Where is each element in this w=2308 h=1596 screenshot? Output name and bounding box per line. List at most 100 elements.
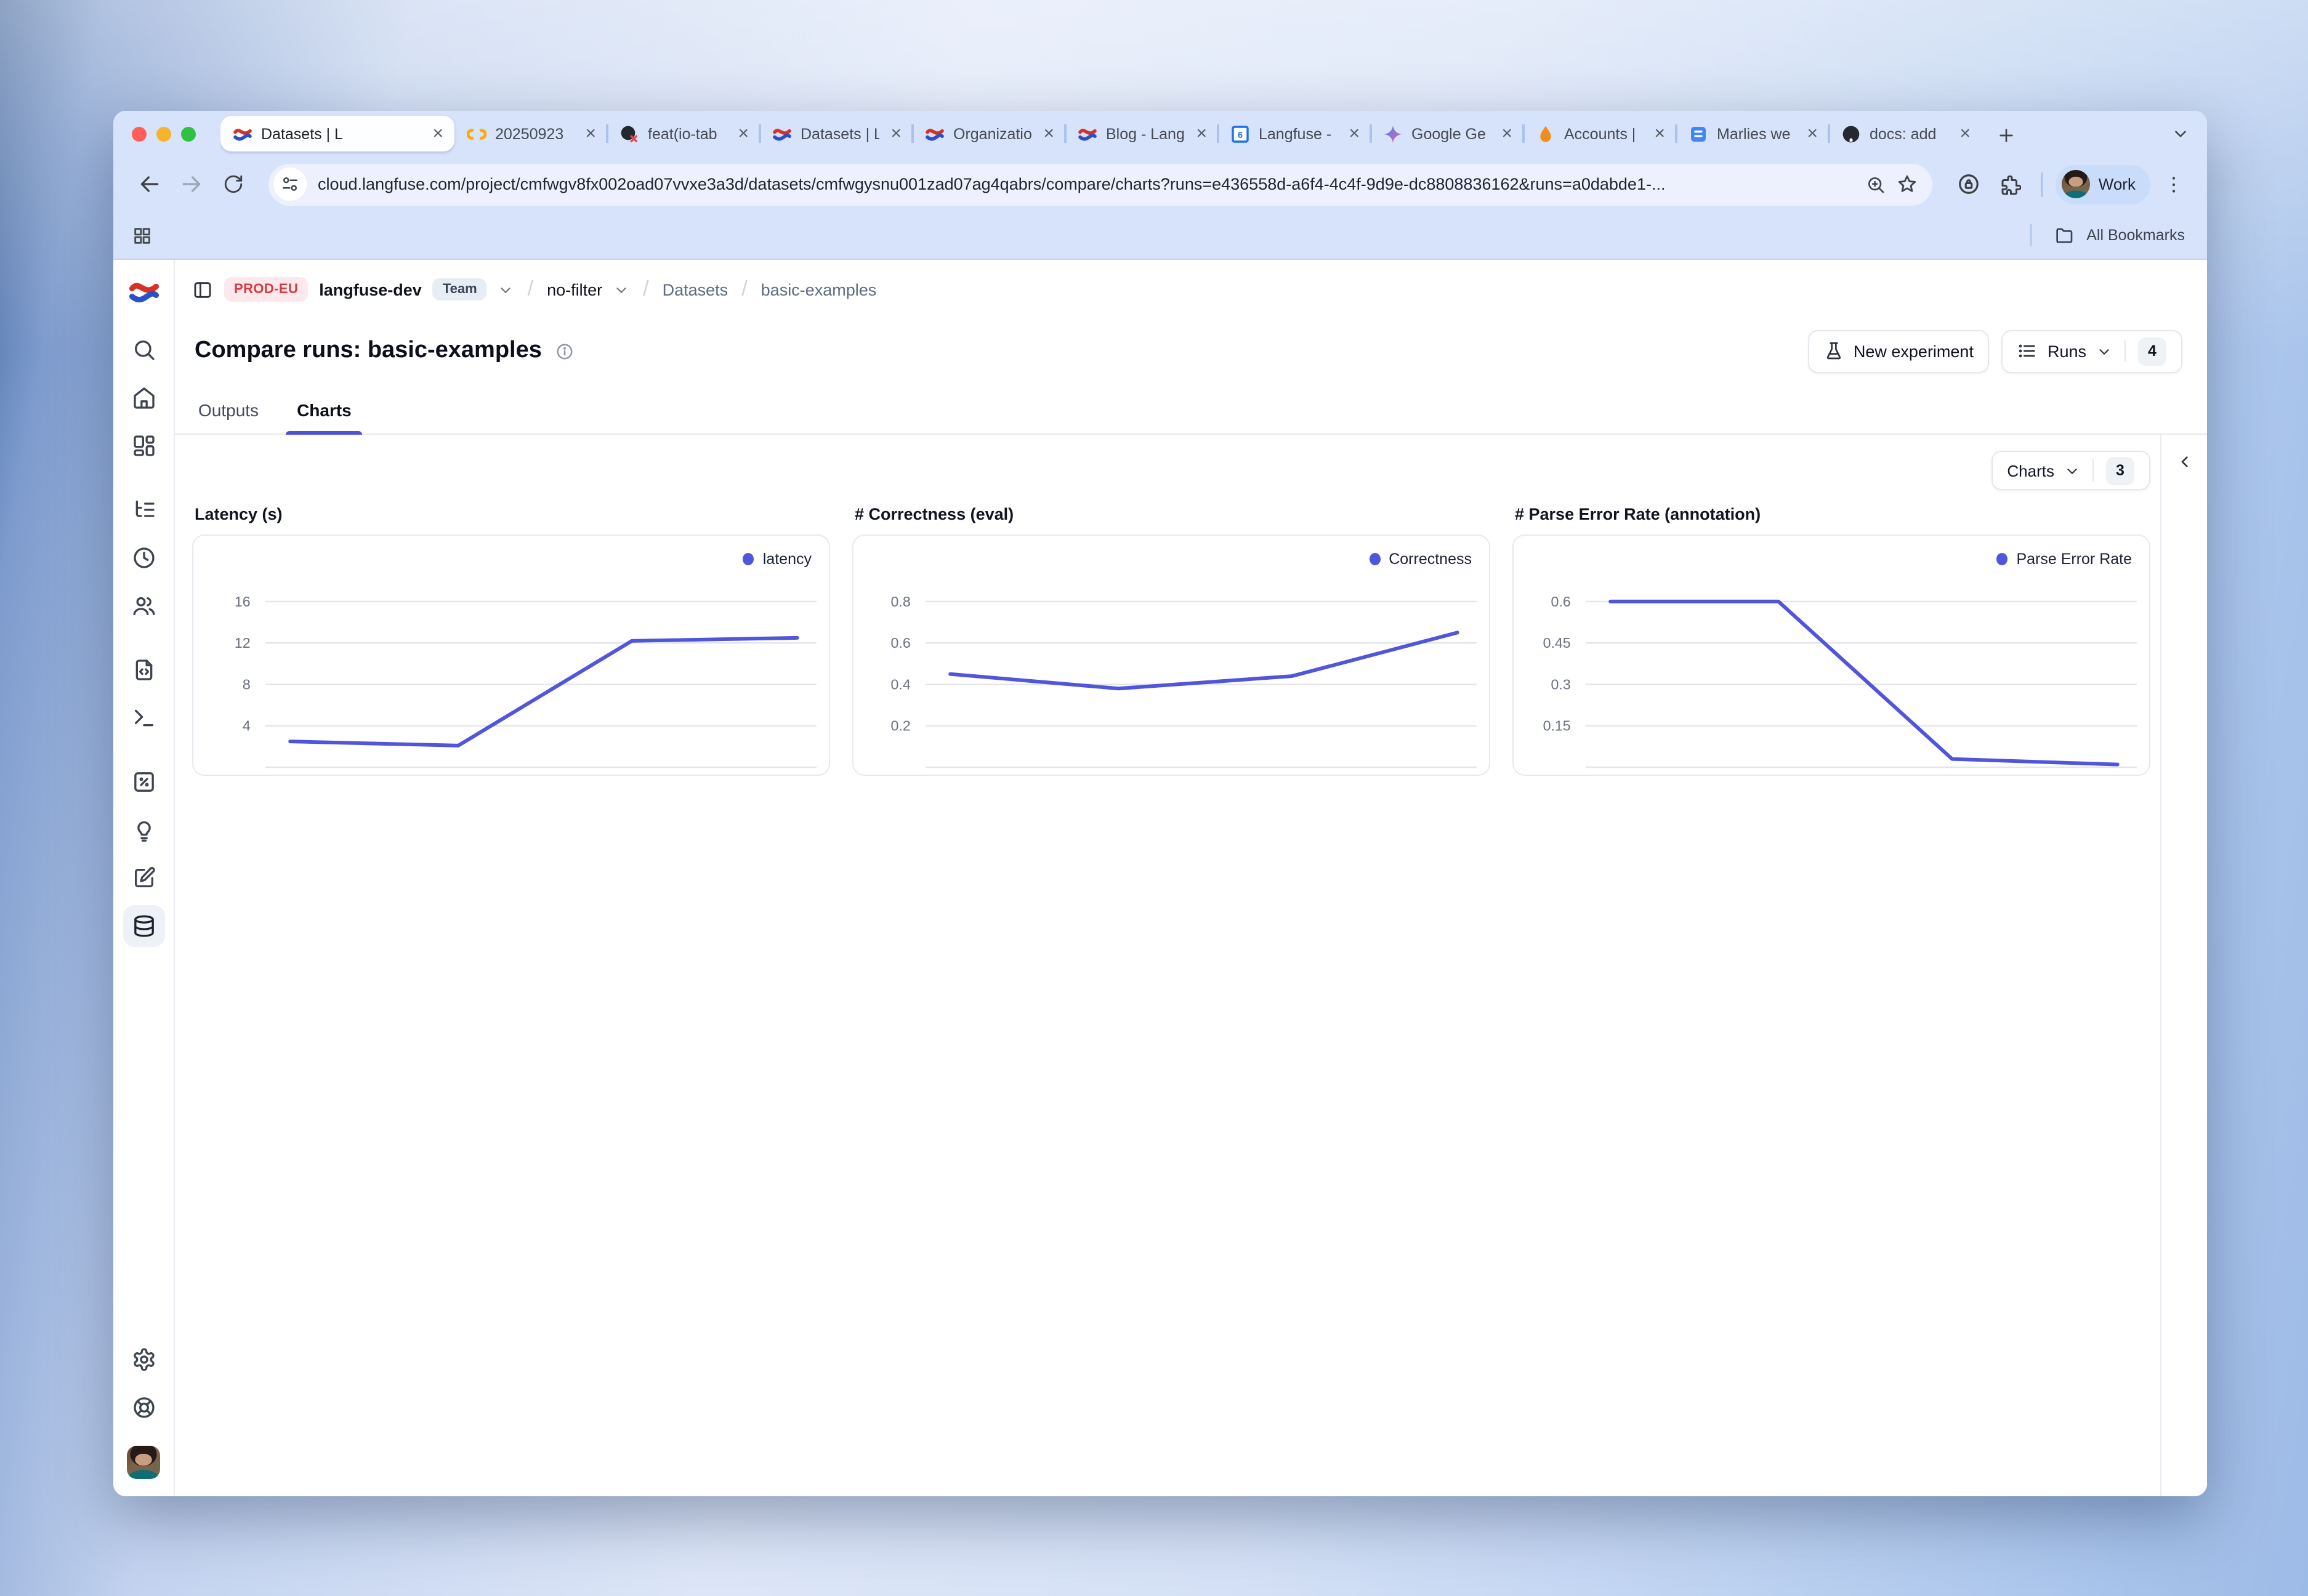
- sidebar-item-support[interactable]: [123, 1387, 164, 1429]
- sidebar-item-dashboards[interactable]: [123, 425, 164, 467]
- sidebar-item-users[interactable]: [123, 585, 164, 627]
- sidebar-item-datasets[interactable]: [123, 905, 164, 947]
- chart-title: # Correctness (eval): [855, 505, 1490, 523]
- tab-close-icon[interactable]: ×: [430, 124, 446, 143]
- browser-tab-7[interactable]: 6Langfuse -×: [1218, 116, 1371, 151]
- charts-chevron-down-icon: [2064, 462, 2080, 478]
- breadcrumb-datasets-link[interactable]: Datasets: [663, 280, 728, 299]
- zoom-icon[interactable]: [1866, 174, 1886, 194]
- charts-dropdown-button[interactable]: Charts 3: [1991, 451, 2150, 490]
- breadcrumb-dataset-name[interactable]: basic-examples: [761, 280, 877, 299]
- sidebar-item-search[interactable]: [123, 329, 164, 371]
- browser-tab-4[interactable]: Datasets | L×: [760, 116, 913, 151]
- project-name[interactable]: no-filter: [547, 280, 602, 299]
- tab-close-icon[interactable]: ×: [1346, 124, 1362, 143]
- new-tab-button[interactable]: [1989, 118, 2022, 151]
- browser-toolbar: cloud.langfuse.com/project/cmfwgv8fx002o…: [113, 156, 2207, 212]
- chart-card[interactable]: 0.150.30.450.6Parse Error Rate: [1512, 534, 2150, 776]
- runs-count-badge: 4: [2138, 337, 2166, 365]
- tab-close-icon[interactable]: ×: [1499, 124, 1515, 143]
- tab-close-icon[interactable]: ×: [1193, 124, 1209, 143]
- sidebar-item-home[interactable]: [123, 377, 164, 419]
- user-avatar[interactable]: [127, 1446, 160, 1479]
- site-settings-icon[interactable]: [273, 167, 307, 201]
- maximize-window-button[interactable]: [181, 126, 196, 141]
- minimize-window-button[interactable]: [156, 126, 171, 141]
- chart-card[interactable]: 0.20.40.60.8Correctness: [852, 534, 1490, 776]
- browser-tab-11[interactable]: docs: add×: [1829, 116, 1982, 151]
- bookmarks-bar: All Bookmarks: [113, 212, 2207, 259]
- chevron-left-icon: [2174, 452, 2194, 472]
- browser-tab-8[interactable]: Google Ge×: [1371, 116, 1523, 151]
- app-sidebar: [113, 260, 175, 1496]
- extensions-puzzle-icon[interactable]: [1992, 166, 2029, 203]
- sidebar-item-prompts[interactable]: [123, 649, 164, 691]
- list-tree-icon: [131, 498, 156, 522]
- sidebar-item-sessions[interactable]: [123, 537, 164, 579]
- sidebar-item-annotation-queues[interactable]: [123, 857, 164, 899]
- project-chevron-down-icon[interactable]: [613, 281, 629, 297]
- bookmark-star-icon[interactable]: [1897, 174, 1918, 195]
- browser-tab-3[interactable]: feat(io-tab×: [607, 116, 760, 151]
- tab-close-icon[interactable]: ×: [735, 124, 751, 143]
- url-text[interactable]: cloud.langfuse.com/project/cmfwgv8fx002o…: [318, 175, 1855, 193]
- tab-title: Accounts |: [1564, 125, 1643, 142]
- tab-search-button[interactable]: [2164, 117, 2197, 150]
- browser-tab-9[interactable]: Accounts | ×: [1523, 116, 1676, 151]
- file-code-icon: [131, 658, 156, 682]
- window-controls: [113, 111, 220, 156]
- info-icon[interactable]: [555, 342, 574, 360]
- browser-tab-1[interactable]: Datasets | L×: [220, 116, 454, 151]
- favicon-langfuse-icon: [925, 124, 945, 143]
- flask-icon: [1824, 341, 1844, 361]
- chart-parse-error-rate: # Parse Error Rate (annotation)0.150.30.…: [1512, 505, 2150, 776]
- new-experiment-button[interactable]: New experiment: [1808, 329, 1990, 373]
- reload-button[interactable]: [214, 166, 251, 203]
- chevron-down-icon: [2064, 462, 2080, 478]
- tab-close-icon[interactable]: ×: [1652, 124, 1668, 143]
- address-bar[interactable]: cloud.langfuse.com/project/cmfwgv8fx002o…: [268, 163, 1933, 205]
- org-name[interactable]: langfuse-dev: [319, 280, 422, 299]
- forward-button[interactable]: [172, 166, 209, 203]
- sidebar-item-evaluation[interactable]: [123, 761, 164, 803]
- back-button[interactable]: [131, 166, 167, 203]
- langfuse-logo[interactable]: [127, 276, 159, 303]
- runs-dropdown-button[interactable]: Runs 4: [2002, 329, 2182, 373]
- org-chevron-down-icon[interactable]: [498, 281, 514, 297]
- tab-charts[interactable]: Charts: [294, 400, 354, 433]
- tab-close-icon[interactable]: ×: [583, 124, 599, 143]
- tab-close-icon[interactable]: ×: [1957, 124, 1973, 143]
- profile-avatar: [2062, 170, 2090, 198]
- password-manager-icon[interactable]: [1950, 166, 1987, 203]
- sidebar-item-settings[interactable]: [123, 1339, 164, 1380]
- chart-card[interactable]: 481216latency: [192, 534, 830, 776]
- browser-menu-kebab-icon[interactable]: [2155, 166, 2192, 203]
- environment-badge[interactable]: PROD-EU: [224, 277, 308, 302]
- browser-tab-6[interactable]: Blog - Lang×: [1065, 116, 1218, 151]
- tab-close-icon[interactable]: ×: [1804, 124, 1820, 143]
- charts-panel: Charts 3 Latency (s) 481216latency # Corre…: [175, 435, 2160, 1496]
- sidebar-item-playground[interactable]: [123, 697, 164, 739]
- tab-close-icon[interactable]: ×: [888, 124, 904, 143]
- collapse-chevron-left-icon[interactable]: [2174, 452, 2194, 472]
- desktop-background: Datasets | L×20250923×feat(io-tab×Datase…: [0, 0, 2308, 1596]
- close-window-button[interactable]: [132, 126, 147, 141]
- sidebar-item-insights[interactable]: [123, 809, 164, 851]
- profile-label: Work: [2099, 175, 2136, 193]
- sidebar-item-tracing[interactable]: [123, 489, 164, 531]
- sidebar-toggle-icon[interactable]: [192, 279, 213, 300]
- browser-tab-5[interactable]: Organizatio×: [913, 116, 1065, 151]
- browser-profile-chip[interactable]: Work: [2056, 164, 2150, 204]
- tab-close-icon[interactable]: ×: [1041, 124, 1057, 143]
- zoom-magnifier-icon: [1866, 174, 1886, 194]
- all-bookmarks-label[interactable]: All Bookmarks: [2086, 227, 2185, 244]
- chevron-down-icon: [498, 281, 514, 297]
- lock-icon: [1957, 172, 1980, 196]
- svg-text:0.2: 0.2: [890, 718, 910, 734]
- tab-outputs[interactable]: Outputs: [196, 400, 261, 433]
- chart-title: Latency (s): [195, 505, 830, 523]
- chart-legend: Correctness: [1369, 550, 1472, 568]
- apps-grid-icon[interactable]: [132, 225, 153, 246]
- browser-tab-2[interactable]: 20250923×: [454, 116, 607, 151]
- browser-tab-10[interactable]: Marlies we×: [1676, 116, 1829, 151]
